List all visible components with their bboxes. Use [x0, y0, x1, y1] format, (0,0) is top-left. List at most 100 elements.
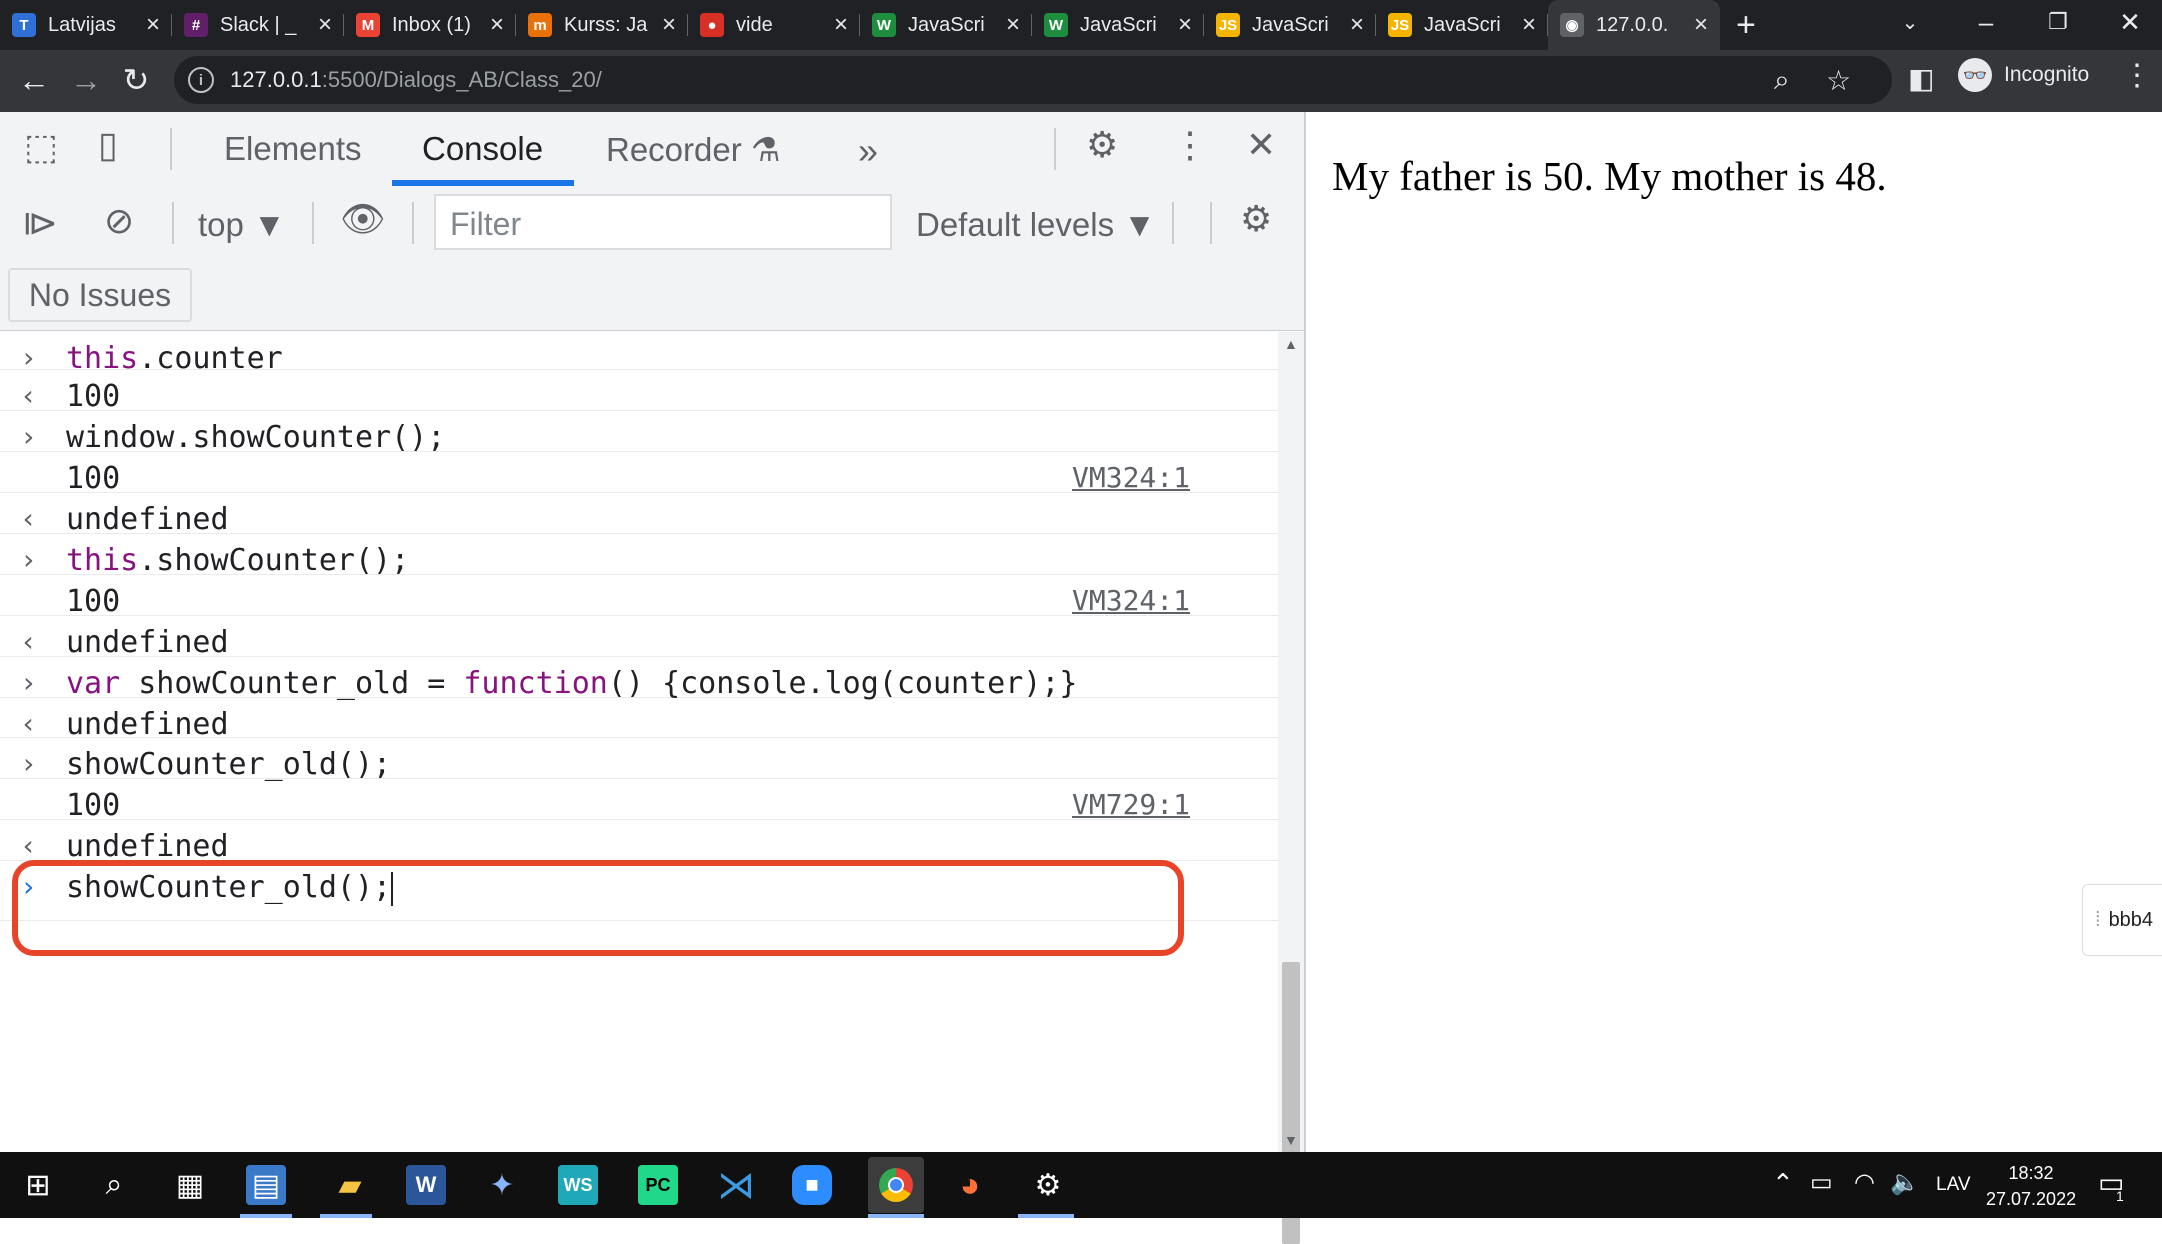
source-link[interactable]: VM324:1 — [1072, 584, 1190, 617]
inspect-element-icon[interactable]: ⬚ — [24, 126, 58, 168]
info-icon[interactable]: i — [188, 67, 214, 93]
zoom-app-icon[interactable]: ■ — [792, 1165, 832, 1205]
more-tabs-button[interactable]: » — [858, 130, 878, 172]
tab-title: JavaScri — [1424, 13, 1501, 36]
tab-search-icon[interactable]: ⌄ — [1874, 0, 1946, 44]
clear-console-icon[interactable]: ⊘ — [104, 200, 134, 242]
tab-close-icon[interactable]: × — [1178, 11, 1192, 39]
incognito-profile[interactable]: 👓 Incognito — [1958, 58, 2089, 92]
browser-tab[interactable]: JS JavaScri × — [1204, 0, 1376, 50]
console-filter-input[interactable]: Filter — [434, 194, 892, 250]
control-panel-icon[interactable]: ▤ — [246, 1165, 286, 1205]
browser-menu-icon[interactable]: ⋮ — [2122, 58, 2152, 93]
console-prompt-input[interactable]: showCounter_old(); — [66, 870, 394, 906]
incognito-icon: 👓 — [1958, 58, 1992, 92]
wifi-icon[interactable]: ◠ — [1854, 1168, 1875, 1197]
tab-close-icon[interactable]: × — [834, 11, 848, 39]
browser-tab[interactable]: m Kurss: Ja × — [516, 0, 688, 50]
vscode-icon[interactable]: ⋊ — [712, 1161, 760, 1209]
drag-handle-icon[interactable]: ⁞ — [2095, 909, 2101, 932]
scroll-up-arrow-icon[interactable]: ▲ — [1284, 336, 1298, 352]
forward-button[interactable]: → — [66, 60, 106, 100]
tab-close-icon[interactable]: × — [662, 11, 676, 39]
scroll-down-arrow-icon[interactable]: ▼ — [1284, 1132, 1298, 1148]
console-row: › showCounter_old(); — [0, 861, 1278, 921]
tab-close-icon[interactable]: × — [1522, 11, 1536, 39]
tab-close-icon[interactable]: × — [318, 11, 332, 39]
tab-favicon-icon: M — [356, 13, 380, 37]
new-tab-button[interactable]: + — [1736, 6, 1756, 45]
console-code: this.showCounter(); — [66, 543, 410, 578]
console-row: ‹ undefined — [0, 616, 1278, 660]
back-button[interactable]: ← — [14, 60, 54, 100]
context-selector[interactable]: top ▼ — [198, 206, 286, 244]
no-issues-button[interactable]: No Issues — [8, 268, 192, 322]
zoom-icon[interactable]: ⌕ — [1774, 64, 1790, 97]
webstorm-icon[interactable]: WS — [558, 1165, 598, 1205]
tab-console[interactable]: Console — [422, 130, 543, 168]
console-code: 100 — [66, 461, 121, 496]
battery-icon[interactable]: ▭ — [1810, 1168, 1833, 1197]
console-code: undefined — [66, 502, 229, 537]
firefox-icon[interactable]: ◕ — [946, 1161, 994, 1209]
chrome-icon[interactable] — [868, 1157, 924, 1213]
devtools-menu-icon[interactable]: ⋮ — [1172, 124, 1208, 166]
page-text: My father is 50. My mother is 48. — [1332, 153, 1887, 199]
browser-tab[interactable]: JS JavaScri × — [1376, 0, 1548, 50]
browser-tab[interactable]: W JavaScri × — [860, 0, 1032, 50]
tab-recorder[interactable]: Recorder ⚗ — [606, 130, 781, 169]
source-link[interactable]: VM324:1 — [1072, 461, 1190, 494]
volume-icon[interactable]: 🔈 — [1890, 1168, 1920, 1197]
tab-close-icon[interactable]: × — [1006, 11, 1020, 39]
word-icon[interactable]: W — [406, 1165, 446, 1205]
tab-close-icon[interactable]: × — [490, 11, 504, 39]
close-devtools-icon[interactable]: ✕ — [1246, 124, 1276, 166]
issues-bar: No Issues — [0, 262, 1304, 331]
language-indicator[interactable]: LAV — [1936, 1174, 1971, 1196]
settings-icon[interactable]: ⚙ — [1024, 1161, 1072, 1209]
tab-favicon-icon: # — [184, 13, 208, 37]
bookmark-star-icon[interactable]: ☆ — [1826, 64, 1851, 97]
restore-button[interactable]: ❐ — [2022, 0, 2094, 44]
windows-start-icon[interactable]: ⊞ — [14, 1161, 62, 1209]
tab-elements[interactable]: Elements — [224, 130, 362, 168]
active-app-indicator — [1018, 1214, 1074, 1218]
clock[interactable]: 18:32 27.07.2022 — [1986, 1160, 2076, 1212]
pycharm-icon[interactable]: PC — [638, 1165, 678, 1205]
tab-close-icon[interactable]: × — [1350, 11, 1364, 39]
browser-tab[interactable]: T Latvijas × — [0, 0, 172, 50]
tab-favicon-icon: W — [872, 13, 896, 37]
browser-tab[interactable]: W JavaScri × — [1032, 0, 1204, 50]
address-bar[interactable]: i 127.0.0.1:5500/Dialogs_AB/Class_20/ ⌕ … — [174, 56, 1892, 104]
browser-tab[interactable]: # Slack | _ × — [172, 0, 344, 50]
sidebar-toggle-icon[interactable]: ⧐ — [22, 202, 58, 244]
result-arrow-icon: ‹ — [20, 829, 37, 862]
live-expression-eye-icon[interactable]: 👁 — [340, 198, 386, 240]
git-tool-icon[interactable]: ✦ — [478, 1161, 526, 1209]
minimize-button[interactable]: – — [1950, 0, 2022, 44]
console-row: 100 VM729:1 — [0, 779, 1278, 823]
side-widget[interactable]: ⁞ bbb4 — [2082, 884, 2162, 956]
console-scrollbar[interactable]: ▲ ▼ — [1278, 332, 1304, 1244]
search-icon[interactable]: ⌕ — [90, 1161, 138, 1209]
browser-tab[interactable]: M Inbox (1) × — [344, 0, 516, 50]
browser-tab[interactable]: ◉ 127.0.0. × — [1548, 0, 1720, 50]
tab-close-icon[interactable]: × — [1694, 11, 1708, 39]
device-toolbar-icon[interactable]: ▯ — [98, 124, 118, 166]
reload-button[interactable]: ↻ — [116, 60, 156, 100]
settings-gear-icon[interactable]: ⚙ — [1086, 124, 1118, 166]
source-link[interactable]: VM729:1 — [1072, 788, 1190, 821]
console-row: › this.counter — [0, 332, 1278, 376]
browser-tab[interactable]: ● vide × — [688, 0, 860, 50]
console-output[interactable]: › this.counter ‹ 100 › window.showCounter(); 1… — [0, 332, 1278, 1152]
file-explorer-icon[interactable]: ▰ — [326, 1161, 374, 1209]
close-window-button[interactable]: ✕ — [2094, 0, 2162, 44]
log-levels-dropdown[interactable]: Default levels ▼ — [916, 206, 1156, 244]
devtools-tab-bar: ⬚ ▯ Elements Console Recorder ⚗ » ⚙ ⋮ ✕ — [0, 112, 1304, 187]
tray-chevron-icon[interactable]: ⌃ — [1772, 1168, 1794, 1199]
console-settings-gear-icon[interactable]: ⚙ — [1240, 198, 1272, 240]
task-view-icon[interactable]: ▦ — [166, 1161, 214, 1209]
tab-close-icon[interactable]: × — [146, 11, 160, 39]
side-panel-icon[interactable]: ◧ — [1908, 62, 1934, 95]
tab-favicon-icon: T — [12, 13, 36, 37]
